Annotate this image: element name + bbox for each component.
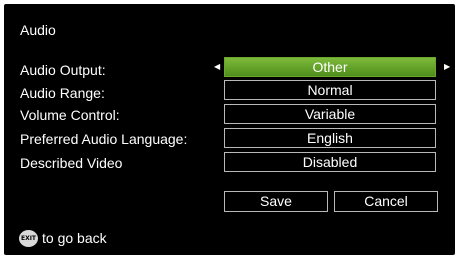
cancel-button[interactable]: Cancel xyxy=(334,191,438,212)
described-video-label: Described Video xyxy=(20,155,123,171)
volume-control-selector[interactable]: Variable xyxy=(224,104,436,124)
preferred-audio-language-label: Preferred Audio Language: xyxy=(20,131,188,147)
audio-settings-panel: Audio Audio Output: ◀ Other ▶ Audio Rang… xyxy=(4,4,455,255)
audio-range-label: Audio Range: xyxy=(20,85,105,101)
right-arrow-icon[interactable]: ▶ xyxy=(444,62,450,72)
volume-control-label: Volume Control: xyxy=(20,107,120,123)
exit-button-icon: EXIT xyxy=(19,230,38,247)
audio-range-selector[interactable]: Normal xyxy=(224,80,436,100)
preferred-audio-language-selector[interactable]: English xyxy=(224,128,436,148)
audio-output-selector[interactable]: Other xyxy=(224,57,436,77)
described-video-selector[interactable]: Disabled xyxy=(224,152,436,172)
audio-output-label: Audio Output: xyxy=(20,62,106,78)
go-back-hint: to go back xyxy=(42,230,107,246)
save-button[interactable]: Save xyxy=(224,191,328,212)
page-title: Audio xyxy=(20,22,56,38)
left-arrow-icon[interactable]: ◀ xyxy=(214,62,220,72)
